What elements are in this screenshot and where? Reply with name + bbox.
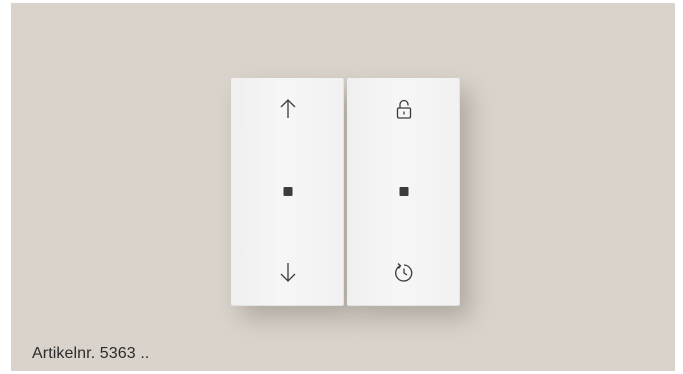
double-rocker-switch [231, 78, 460, 306]
left-status-led [283, 187, 292, 196]
article-number-caption: Artikelnr. 5363 .. [32, 345, 150, 362]
arrow-up-icon [280, 99, 295, 118]
unlock-icon [396, 99, 411, 119]
left-rocker[interactable] [231, 78, 344, 306]
arrow-down-icon [280, 263, 295, 282]
product-image-background: Artikelnr. 5363 .. [11, 3, 675, 371]
timer-icon [394, 263, 412, 282]
right-status-led [399, 187, 408, 196]
right-rocker[interactable] [347, 78, 460, 306]
